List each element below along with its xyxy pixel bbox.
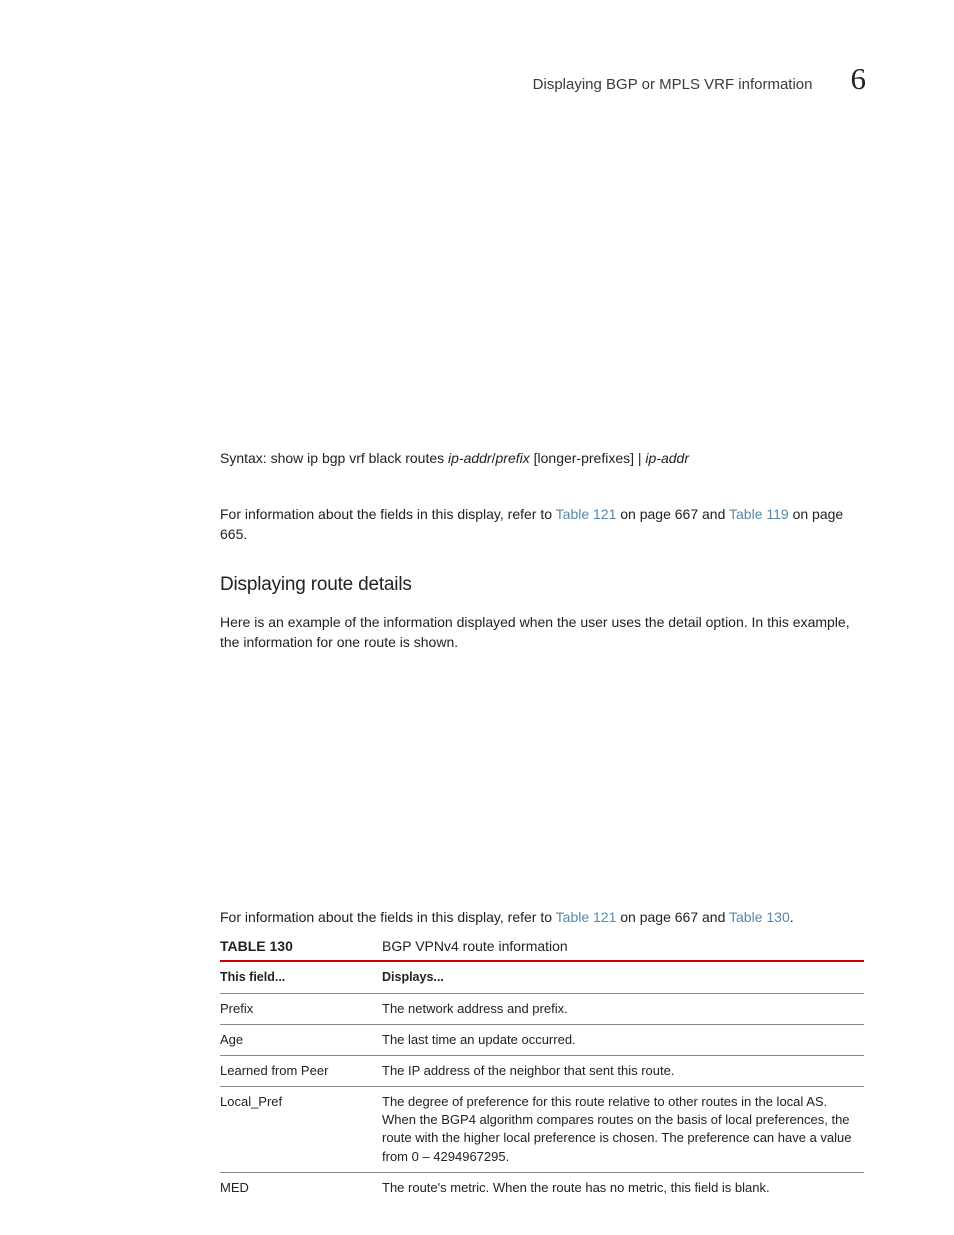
cell-field: Prefix: [220, 993, 382, 1024]
cell-field: Local_Pref: [220, 1087, 382, 1173]
text: on page 667 and: [616, 506, 729, 522]
info-paragraph: For information about the fields in this…: [220, 907, 864, 927]
table-ref-link[interactable]: Table 121: [556, 909, 617, 925]
cell-field: MED: [220, 1172, 382, 1203]
syntax-arg: prefix: [496, 450, 530, 466]
table-ref-link[interactable]: Table 119: [729, 506, 789, 522]
table-row: MED The route's metric. When the route h…: [220, 1172, 864, 1203]
page: Displaying BGP or MPLS VRF information 6…: [0, 0, 954, 1203]
table-title-row: TABLE 130 BGP VPNv4 route information: [220, 933, 864, 960]
text: .: [790, 909, 794, 925]
col-header-displays: Displays...: [382, 961, 864, 993]
example-placeholder: [220, 671, 864, 907]
text: on page 667 and: [616, 909, 729, 925]
syntax-arg: ip-addr: [448, 450, 492, 466]
cell-desc: The IP address of the neighbor that sent…: [382, 1055, 864, 1086]
page-header: Displaying BGP or MPLS VRF information 6: [88, 63, 866, 96]
syntax-line: Syntax: show ip bgp vrf black routes ip-…: [220, 448, 864, 468]
cell-field: Age: [220, 1024, 382, 1055]
syntax-opt: [longer-prefixes] |: [530, 450, 646, 466]
table-number: TABLE 130: [220, 936, 382, 956]
cell-desc: The last time an update occurred.: [382, 1024, 864, 1055]
syntax-arg: ip-addr: [645, 450, 689, 466]
spacer: [220, 486, 864, 504]
description-paragraph: Here is an example of the information di…: [220, 612, 864, 653]
table-row: Prefix The network address and prefix.: [220, 993, 864, 1024]
table-row: Local_Pref The degree of preference for …: [220, 1087, 864, 1173]
text: For information about the fields in this…: [220, 909, 556, 925]
syntax-command: show ip bgp vrf black routes: [267, 450, 448, 466]
content-area: Syntax: show ip bgp vrf black routes ip-…: [88, 448, 866, 1203]
table-row: Learned from Peer The IP address of the …: [220, 1055, 864, 1086]
info-paragraph: For information about the fields in this…: [220, 504, 864, 545]
table-caption: BGP VPNv4 route information: [382, 936, 568, 956]
cell-desc: The route's metric. When the route has n…: [382, 1172, 864, 1203]
subsection-heading: Displaying route details: [220, 571, 864, 599]
cell-desc: The network address and prefix.: [382, 993, 864, 1024]
table-ref-link[interactable]: Table 121: [556, 506, 617, 522]
cell-field: Learned from Peer: [220, 1055, 382, 1086]
table-ref-link[interactable]: Table 130: [729, 909, 790, 925]
route-info-table: This field... Displays... Prefix The net…: [220, 960, 864, 1203]
table-row: Age The last time an update occurred.: [220, 1024, 864, 1055]
cell-desc: The degree of preference for this route …: [382, 1087, 864, 1173]
table-header-row: This field... Displays...: [220, 961, 864, 993]
text: For information about the fields in this…: [220, 506, 556, 522]
col-header-field: This field...: [220, 961, 382, 993]
syntax-label: Syntax:: [220, 450, 267, 466]
section-title: Displaying BGP or MPLS VRF information: [533, 74, 813, 96]
chapter-number: 6: [851, 63, 867, 94]
